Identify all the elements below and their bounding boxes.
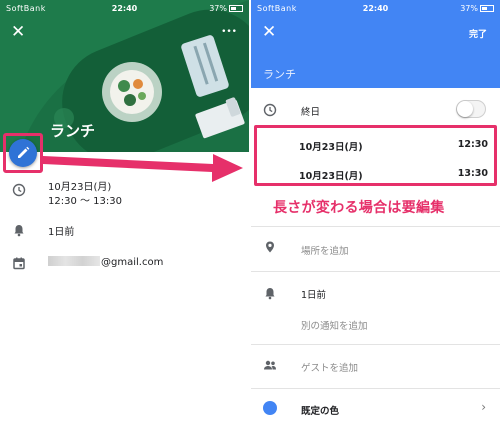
- event-color-label[interactable]: 既定の色: [301, 403, 339, 417]
- divider: [251, 388, 500, 389]
- annotation-arrow-icon: [43, 154, 243, 182]
- reminder-item[interactable]: 1日前: [301, 287, 326, 301]
- add-reminder-button[interactable]: 別の通知を追加: [301, 318, 368, 332]
- bell-icon: [265, 288, 275, 300]
- email-domain: @gmail.com: [101, 257, 164, 268]
- event-title: ランチ: [50, 122, 96, 140]
- battery-indicator: 37%: [460, 4, 494, 13]
- event-header-illustration: [0, 0, 249, 152]
- calendar-account: @gmail.com: [48, 256, 163, 268]
- annotation-callout: 長さが変わる場合は要編集: [273, 200, 445, 216]
- more-options-icon[interactable]: •••: [221, 24, 237, 41]
- date-time-highlight: [254, 125, 497, 186]
- add-guest-input[interactable]: ゲストを追加: [301, 360, 358, 374]
- event-edit-screen: SoftBank 22:40 37% ✕ 完了 ランチ 終日 10月23日(月)…: [251, 0, 500, 442]
- event-color-swatch: [263, 401, 277, 415]
- all-day-toggle[interactable]: [456, 100, 486, 118]
- status-bar: SoftBank 22:40 37%: [251, 0, 500, 18]
- divider: [251, 226, 500, 227]
- event-detail-screen: SoftBank 22:40 37% ✕ ••• ランチ 10月23日(月) 1…: [0, 0, 249, 442]
- battery-percent: 37%: [460, 4, 478, 13]
- divider: [251, 271, 500, 272]
- chevron-right-icon[interactable]: ›: [481, 400, 486, 414]
- battery-indicator: 37%: [209, 4, 243, 13]
- location-pin-icon: [266, 241, 274, 253]
- battery-icon: [229, 5, 243, 12]
- close-icon[interactable]: ✕: [262, 24, 276, 41]
- redacted-email-name: [48, 256, 100, 266]
- edit-button[interactable]: [9, 139, 37, 167]
- pencil-icon: [18, 146, 30, 158]
- title-input[interactable]: ランチ: [263, 66, 296, 82]
- calendar-icon: [13, 257, 25, 270]
- status-bar: SoftBank 22:40 37%: [0, 0, 249, 18]
- all-day-label: 終日: [301, 107, 321, 118]
- people-icon: [264, 360, 276, 370]
- location-input[interactable]: 場所を追加: [301, 243, 349, 257]
- event-time-range: 12:30 ～ 13:30: [48, 196, 122, 207]
- lunch-table-illustration: [0, 0, 249, 152]
- close-icon[interactable]: ✕: [11, 24, 25, 41]
- reminder-text: 1日前: [48, 227, 75, 238]
- toggle-knob: [457, 101, 473, 117]
- battery-icon: [480, 5, 494, 12]
- clock-icon: [12, 183, 26, 197]
- battery-percent: 37%: [209, 4, 227, 13]
- bell-icon: [14, 225, 24, 237]
- divider: [251, 344, 500, 345]
- done-button[interactable]: 完了: [469, 27, 487, 40]
- clock-icon: [263, 103, 277, 117]
